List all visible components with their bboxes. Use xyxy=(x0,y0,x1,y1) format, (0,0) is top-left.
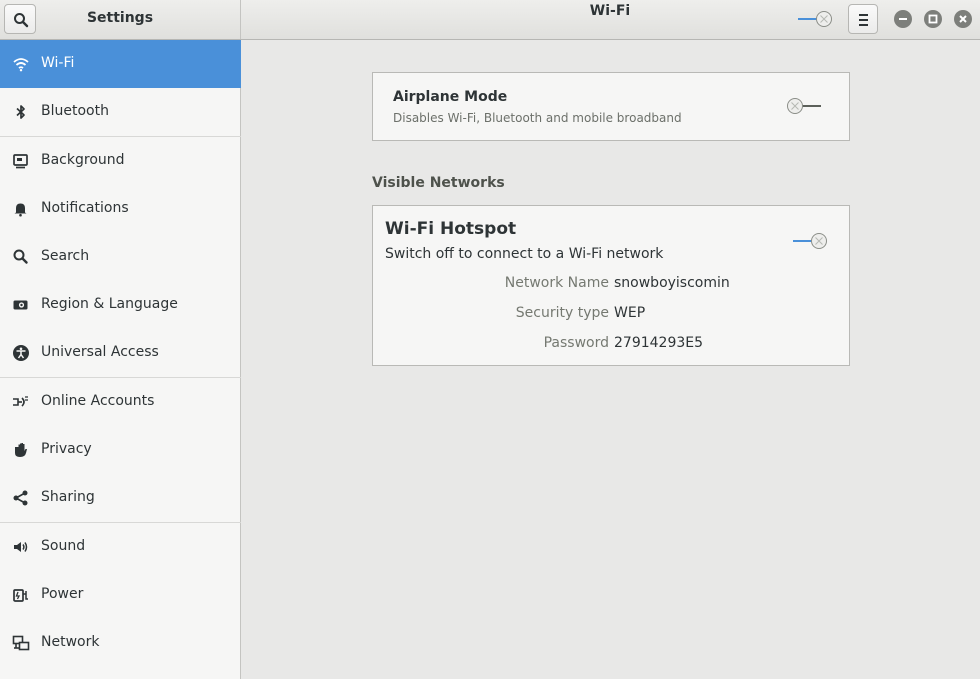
close-icon xyxy=(959,15,967,23)
sidebar-item-sound[interactable]: Sound xyxy=(0,523,241,571)
sidebar-item-label: Network xyxy=(41,634,100,650)
sidebar-item-privacy[interactable]: Privacy xyxy=(0,426,241,474)
minimize-button[interactable] xyxy=(894,10,912,28)
accessibility-icon xyxy=(13,345,29,361)
sidebar-item-label: Privacy xyxy=(41,441,92,457)
app-title: Settings xyxy=(86,10,154,26)
hotspot-toggle[interactable] xyxy=(791,231,829,251)
security-type-label: Security type xyxy=(515,305,609,321)
sidebar-item-label: Notifications xyxy=(41,200,129,216)
hotspot-panel: Wi-Fi Hotspot Switch off to connect to a… xyxy=(372,205,850,366)
bell-icon xyxy=(14,203,27,217)
sidebar-item-universal-access[interactable]: Universal Access xyxy=(0,329,241,377)
password-value: 27914293E5 xyxy=(614,335,704,351)
sidebar-item-label: Background xyxy=(41,152,125,168)
security-type-value: WEP xyxy=(614,305,646,321)
sidebar-item-region-language[interactable]: Region & Language xyxy=(0,281,241,329)
visible-networks-title: Visible Networks xyxy=(372,175,505,191)
network-name-value: snowboyiscomin xyxy=(614,275,730,291)
camera-icon xyxy=(13,300,28,310)
network-name-label: Network Name xyxy=(504,275,609,291)
sidebar-item-sharing[interactable]: Sharing xyxy=(0,474,241,522)
sidebar-item-network[interactable]: Network xyxy=(0,619,241,667)
sidebar-item-search[interactable]: Search xyxy=(0,233,241,281)
minimize-icon xyxy=(899,18,907,20)
airplane-mode-title: Airplane Mode xyxy=(393,89,508,105)
sidebar-item-label: Sound xyxy=(41,538,86,554)
sidebar-item-bluetooth[interactable]: Bluetooth xyxy=(0,88,241,136)
header-bar: Settings Wi-Fi xyxy=(0,0,980,40)
hand-icon xyxy=(15,443,27,457)
sidebar-item-label: Online Accounts xyxy=(41,393,155,409)
sidebar-item-notifications[interactable]: Notifications xyxy=(0,185,241,233)
hamburger-menu-icon xyxy=(859,14,868,16)
share-icon xyxy=(13,490,28,506)
page-title: Wi-Fi xyxy=(589,3,631,19)
online-accounts-icon xyxy=(13,396,28,407)
hotspot-subtitle: Switch off to connect to a Wi-Fi network xyxy=(385,246,664,262)
search-button[interactable] xyxy=(4,4,36,34)
airplane-mode-row: Airplane Mode Disables Wi-Fi, Bluetooth … xyxy=(372,72,850,141)
menu-icon-line xyxy=(859,19,868,21)
main-content: Airplane Mode Disables Wi-Fi, Bluetooth … xyxy=(242,40,980,679)
hotspot-title: Wi-Fi Hotspot xyxy=(385,219,517,239)
password-label: Password xyxy=(543,335,609,351)
wifi-icon xyxy=(13,58,29,72)
maximize-icon xyxy=(928,14,938,24)
menu-icon-line xyxy=(859,24,868,26)
sidebar-item-label: Search xyxy=(41,248,90,264)
sidebar-item-label: Power xyxy=(41,586,84,602)
sidebar-item-label: Universal Access xyxy=(41,344,159,360)
speaker-icon xyxy=(14,542,28,552)
airplane-mode-toggle[interactable] xyxy=(785,96,823,116)
sidebar-item-background[interactable]: Background xyxy=(0,137,241,185)
sidebar-item-wifi[interactable]: Wi-Fi xyxy=(0,40,241,88)
search-icon xyxy=(13,249,28,264)
sidebar-item-power[interactable]: Power xyxy=(0,571,241,619)
sidebar: Wi-Fi Bluetooth Background Notifications… xyxy=(0,40,241,679)
sidebar-header: Settings xyxy=(0,0,241,39)
menu-button[interactable] xyxy=(848,4,878,34)
network-icon xyxy=(12,635,30,651)
close-button[interactable] xyxy=(954,10,972,28)
sidebar-item-label: Bluetooth xyxy=(41,103,109,119)
sidebar-item-label: Sharing xyxy=(41,489,95,505)
airplane-mode-subtitle: Disables Wi-Fi, Bluetooth and mobile bro… xyxy=(393,111,682,125)
search-icon xyxy=(14,13,29,28)
wifi-toggle[interactable] xyxy=(798,9,834,29)
sidebar-item-label: Region & Language xyxy=(41,296,178,312)
sidebar-item-online-accounts[interactable]: Online Accounts xyxy=(0,378,241,426)
maximize-button[interactable] xyxy=(924,10,942,28)
bluetooth-icon xyxy=(16,105,25,119)
sidebar-item-label: Wi-Fi xyxy=(41,55,75,71)
power-plug-icon xyxy=(13,589,28,602)
background-icon xyxy=(13,154,28,169)
